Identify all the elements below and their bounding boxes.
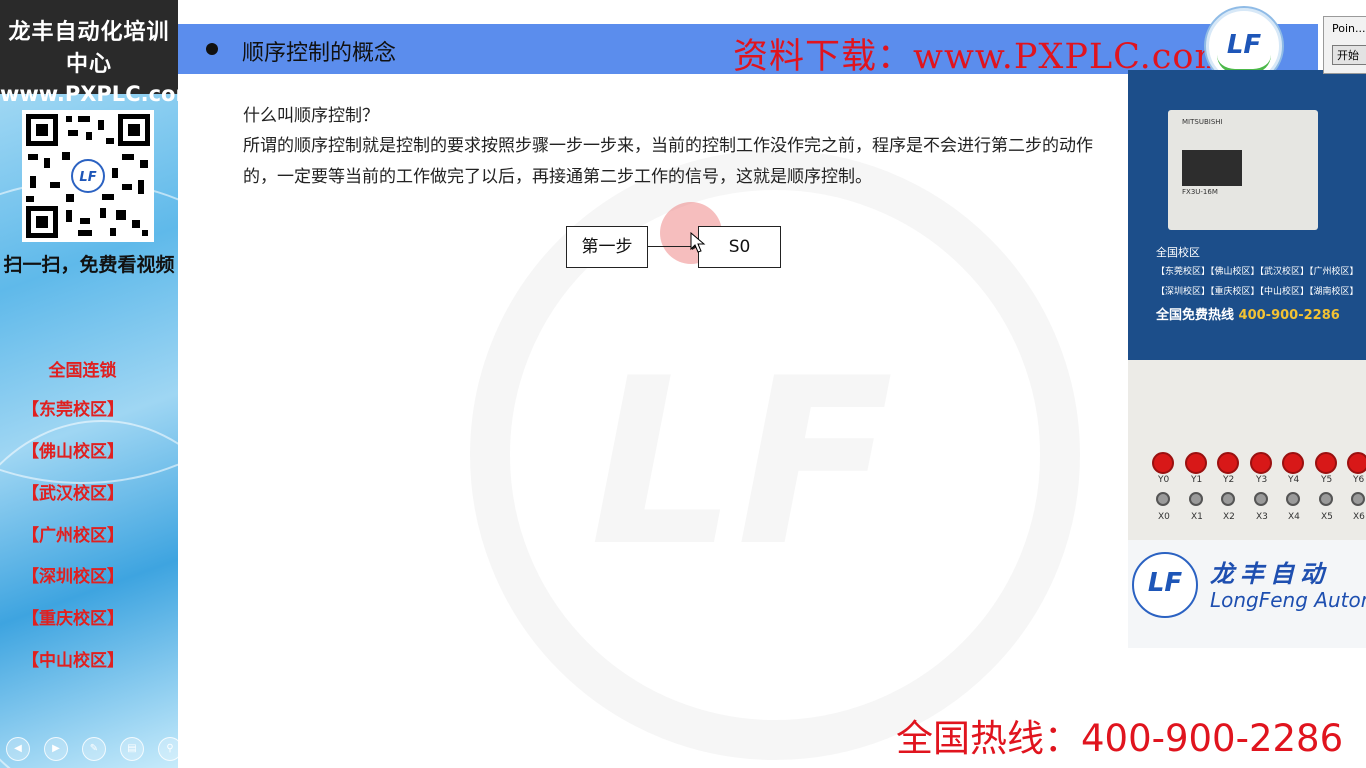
slide-title: 顺序控制的概念 [242,41,397,66]
photo-campus-row2: 【深圳校区】【重庆校区】【中山校区】【湖南校区】 [1156,287,1359,297]
switch-label: X5 [1321,512,1333,522]
switch-label: X6 [1353,512,1365,522]
campus-link-foshan[interactable]: 【佛山校区】 [22,437,124,462]
brand-box: 龙丰自动化培训中心 www.PXPLC.com [0,0,178,106]
photo-brand-banner: LF 龙丰自动 LongFeng Autom [1128,540,1366,648]
pointer-popup: Poin... 开始 [1323,16,1366,74]
mouse-cursor-icon [690,232,706,253]
toggle-switch-x5 [1319,492,1333,506]
lamp-label: Y4 [1288,475,1300,485]
watermark-text: LF [590,330,894,597]
campus-link-shenzhen[interactable]: 【深圳校区】 [22,562,124,587]
banner-logo: LF [1132,552,1198,618]
switch-label: X4 [1288,512,1300,522]
banner-company-cn: 龙丰自动 [1210,559,1330,588]
photo-hotline: 全国免费热线 400-900-2286 [1156,304,1340,323]
lamp-label: Y6 [1353,475,1365,485]
switch-label: X1 [1191,512,1203,522]
plc-trainer-photo: MITSUBISHI FX3U-16M 全国校区 【东莞校区】【佛山校区】【武汉… [1128,70,1366,648]
step-box-first: 第一步 [566,226,648,268]
plc-display [1182,150,1242,186]
lamp-y0 [1152,452,1174,474]
campus-link-wuhan[interactable]: 【武汉校区】 [22,479,124,504]
switch-label: X3 [1256,512,1268,522]
toggle-switch-x4 [1286,492,1300,506]
decorative-swirl [0,420,178,768]
campus-link-chongqing[interactable]: 【重庆校区】 [22,604,124,629]
lamp-label: Y0 [1158,475,1170,485]
national-hotline: 全国热线：400-900-2286 [896,717,1344,760]
toggle-switch-x2 [1221,492,1235,506]
lamp-label: Y3 [1256,475,1268,485]
slides-icon[interactable]: ▤ [120,737,144,761]
switch-label: X0 [1158,512,1170,522]
sidebar: 龙丰自动化培训中心 www.PXPLC.com LF 扫一扫，免费看视频 全国连… [0,0,178,768]
toggle-switch-x3 [1254,492,1268,506]
switch-label: X2 [1223,512,1235,522]
plc-unit: MITSUBISHI FX3U-16M [1168,110,1318,230]
lamp-label: Y1 [1191,475,1203,485]
slide-header: 顺序控制的概念 资料下载：www.PXPLC.com [178,24,1318,77]
play-icon[interactable]: ▶ [44,737,68,761]
step-box-s0: S0 [698,226,781,268]
toggle-switch-x0 [1156,492,1170,506]
chain-title: 全国连锁 [48,361,117,381]
popup-start-button[interactable]: 开始 [1332,45,1366,65]
campus-link-guangzhou[interactable]: 【广州校区】 [22,521,124,546]
brand-title: 龙丰自动化培训中心 [8,20,170,77]
lamp-label: Y2 [1223,475,1235,485]
toggle-switch-x1 [1189,492,1203,506]
toggle-switch-x6 [1351,492,1365,506]
banner-company-en: LongFeng Autom [1210,588,1366,612]
qr-code: LF [22,110,154,242]
definition-text: 所谓的顺序控制就是控制的要求按照步骤一步一步来，当前的控制工作没作完之前，程序是… [243,136,1093,187]
scan-prompt: 扫一扫，免费看视频 [3,254,175,276]
photo-hotline-number: 400-900-2286 [1238,308,1340,323]
question-text: 什么叫顺序控制？ [243,106,379,126]
plc-model-label: FX3U-16M [1182,188,1218,196]
photo-campus-row1: 【东莞校区】【佛山校区】【武汉校区】【广州校区】 [1156,267,1359,277]
lamp-label: Y5 [1321,475,1333,485]
pen-icon[interactable]: ✎ [82,737,106,761]
bullet-icon [206,43,218,55]
photo-io-panel: Y0 Y1 Y2 Y3 Y4 Y5 Y6 X0 X1 X2 X3 X4 X5 X… [1128,360,1366,560]
lamp-y2 [1217,452,1239,474]
lamp-y6 [1347,452,1366,474]
popup-title: Poin... [1332,22,1366,35]
campus-link-dongguan[interactable]: 【东莞校区】 [22,395,124,420]
lamp-y5 [1315,452,1337,474]
lamp-y4 [1282,452,1304,474]
campus-link-zhongshan[interactable]: 【中山校区】 [22,646,124,671]
plc-brand-label: MITSUBISHI [1182,118,1223,126]
lamp-y1 [1185,452,1207,474]
zoom-icon[interactable]: ⚲ [158,737,178,761]
svg-text:LF: LF [79,170,96,185]
qr-code-icon: LF [26,114,150,238]
photo-campus-label: 全国校区 [1156,246,1200,259]
photo-plc-panel: MITSUBISHI FX3U-16M 全国校区 【东莞校区】【佛山校区】【武汉… [1128,70,1366,360]
brand-url: www.PXPLC.com [0,82,178,106]
banner-logo-text: LF [1147,568,1183,598]
back-icon[interactable]: ◀ [6,737,30,761]
lamp-y3 [1250,452,1272,474]
photo-hotline-label: 全国免费热线 [1156,308,1235,323]
